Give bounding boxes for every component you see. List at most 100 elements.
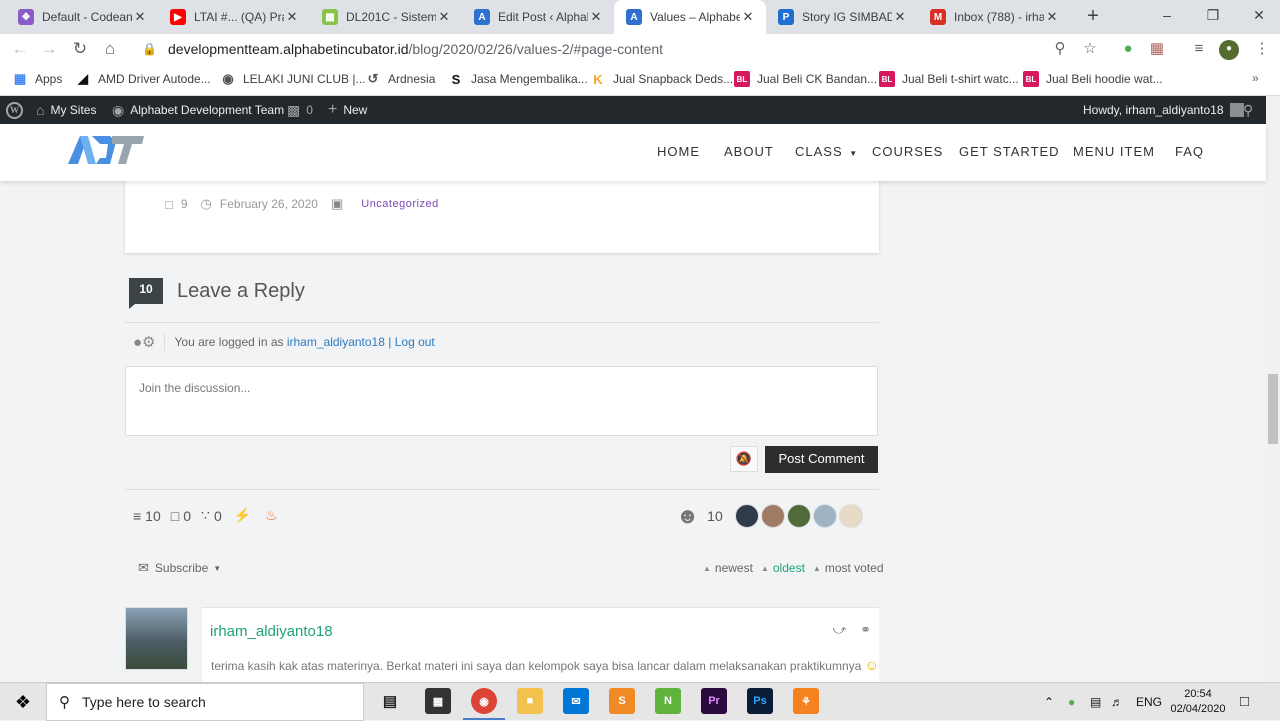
file-explorer-icon[interactable]: ■ [517, 688, 543, 714]
tray-chevron-icon[interactable]: ⌃ [1044, 683, 1054, 721]
post-date[interactable]: February 26, 2020 [220, 197, 318, 211]
wordpress-logo-icon[interactable]: W [6, 96, 23, 124]
page-scrollbar[interactable] [1266, 96, 1280, 682]
mail-icon[interactable]: ✉ [563, 688, 589, 714]
bookmark-item[interactable]: K Jual Snapback Deds... [590, 71, 733, 87]
close-tab-icon[interactable]: ✕ [284, 9, 300, 25]
browser-tab[interactable]: A Edit Post ‹ Alphab ✕ [462, 0, 614, 34]
bookmark-item[interactable]: ◢ AMD Driver Autode... [75, 71, 211, 87]
bookmark-item[interactable]: ↺ Ardnesia [365, 71, 436, 87]
home-icon[interactable]: ⌂ [99, 39, 121, 61]
close-window-button[interactable]: ✕ [1236, 0, 1280, 30]
reload-icon[interactable]: ↻ [69, 39, 91, 61]
menu-class[interactable]: CLASS ▼ [795, 144, 858, 159]
sort-most-voted[interactable]: most voted [825, 561, 884, 575]
menu-courses[interactable]: COURSES [872, 144, 943, 159]
task-view-icon[interactable]: ▤ [377, 688, 403, 714]
bookmark-item[interactable]: S Jasa Mengembalika... [448, 71, 588, 87]
media-queue-icon[interactable]: ≡ [1189, 40, 1209, 60]
post-category[interactable]: Uncategorized [361, 198, 438, 210]
store-icon[interactable]: ▦ [425, 688, 451, 714]
lightning-icon[interactable]: ⚡ [234, 507, 251, 524]
premiere-icon[interactable]: Pr [701, 688, 727, 714]
restore-button[interactable]: ❐ [1190, 0, 1236, 30]
browser-tab[interactable]: ❖ Default - Codeany ✕ [6, 0, 158, 34]
username-link[interactable]: irham_aldiyanto18 [287, 335, 385, 349]
browser-menu-icon[interactable]: ⋮ [1252, 40, 1272, 60]
logout-link[interactable]: Log out [395, 335, 435, 349]
windows-start-icon[interactable]: ❖ [0, 683, 46, 721]
back-icon[interactable]: ← [9, 39, 31, 61]
sublime-icon[interactable]: S [609, 688, 635, 714]
notification-icon[interactable]: □ [1240, 683, 1249, 721]
new-tab-button[interactable]: + [1082, 6, 1104, 28]
post-comment-count[interactable]: 9 [181, 197, 188, 211]
tray-language[interactable]: ENG [1136, 683, 1162, 721]
notification-bell-icon[interactable]: 🔕 [730, 446, 758, 472]
xampp-icon[interactable]: ⚘ [793, 688, 819, 714]
participant-avatar[interactable] [760, 504, 785, 528]
link-icon[interactable]: ⚭ [860, 622, 871, 637]
close-tab-icon[interactable]: ✕ [436, 9, 452, 25]
menu-about[interactable]: ABOUT [724, 144, 774, 159]
my-sites-menu[interactable]: ⌂ My Sites [36, 96, 96, 124]
bookmark-item[interactable]: BL Jual Beli hoodie wat... [1023, 71, 1163, 87]
notepad-plus-icon[interactable]: N [655, 688, 681, 714]
bookmark-item[interactable]: BL Jual Beli t-shirt watc... [879, 71, 1019, 87]
subscribe-dropdown[interactable]: ✉ Subscribe ▼ [138, 560, 221, 576]
forward-icon[interactable]: → [38, 39, 60, 61]
tray-volume-icon[interactable]: ♬ [1111, 683, 1123, 721]
close-tab-icon[interactable]: ✕ [892, 9, 908, 25]
bookmark-label: Jual Beli hoodie wat... [1046, 72, 1163, 86]
tray-globe-icon[interactable]: ● [1068, 683, 1075, 721]
zoom-icon[interactable]: ⚲ [1050, 40, 1070, 60]
close-tab-icon[interactable]: ✕ [588, 9, 604, 25]
comments-menu[interactable]: ▩ 0 [287, 96, 313, 124]
comment-author[interactable]: irham_aldiyanto18 [210, 623, 333, 640]
profile-avatar[interactable]: ● [1219, 40, 1239, 60]
chrome-icon[interactable]: ◉ [463, 688, 505, 720]
close-tab-icon[interactable]: ✕ [740, 9, 756, 25]
bookmark-item[interactable]: ▦ Apps [12, 71, 63, 87]
scrollbar-thumb[interactable] [1268, 374, 1278, 444]
extension-pdf-icon[interactable]: ▦ [1147, 40, 1167, 60]
minimize-button[interactable]: – [1144, 0, 1190, 30]
participant-avatar[interactable] [838, 504, 863, 528]
menu-home[interactable]: HOME [657, 144, 700, 159]
menu-get-started[interactable]: GET STARTED [959, 144, 1060, 159]
account-menu[interactable]: Howdy, irham_aldiyanto18 [1083, 96, 1244, 124]
photoshop-icon[interactable]: Ps [747, 688, 773, 714]
share-icon[interactable]: ⤻ [833, 622, 847, 637]
bookmark-star-icon[interactable]: ☆ [1080, 40, 1100, 60]
more-bookmarks-icon[interactable]: » [1252, 71, 1259, 85]
comment-author-avatar[interactable] [125, 607, 188, 670]
browser-tab[interactable]: ▦ DL201C - Sistem E✕ [310, 0, 462, 34]
bookmark-item[interactable]: BL Jual Beli CK Bandan... [734, 71, 877, 87]
tray-network-icon[interactable]: ▤ [1090, 683, 1101, 721]
browser-tab[interactable]: A Values – Alphabet ✕ [614, 0, 766, 34]
adt-logo[interactable] [66, 132, 146, 166]
menu-faq[interactable]: FAQ [1175, 144, 1204, 159]
browser-tab[interactable]: P Story IG SIMBAD 1✕ [766, 0, 918, 34]
post-comment-button[interactable]: Post Comment [765, 446, 878, 473]
close-tab-icon[interactable]: ✕ [132, 9, 148, 25]
sort-oldest[interactable]: oldest [773, 561, 805, 575]
browser-tab[interactable]: ▶ LTAI #... (QA) Prakt✕ [158, 0, 310, 34]
site-name-menu[interactable]: ◉ Alphabet Development Team [112, 96, 284, 124]
extension-globe-icon[interactable]: ● [1118, 40, 1138, 60]
browser-tab[interactable]: M Inbox (788) - irhan ✕ [918, 0, 1070, 34]
close-tab-icon[interactable]: ✕ [1044, 9, 1060, 25]
menu-menu-item[interactable]: MENU ITEM [1073, 144, 1155, 159]
tray-clock[interactable]: 20:54 02/04/2020 [1166, 687, 1230, 717]
sort-newest[interactable]: newest [715, 561, 753, 575]
new-content-menu[interactable]: + New [328, 96, 367, 124]
fire-icon[interactable]: ♨ [265, 507, 278, 524]
bookmark-item[interactable]: ◉ LELAKI JUNI CLUB |... [220, 71, 365, 87]
participant-avatar[interactable] [812, 504, 837, 528]
address-bar[interactable]: 🔒 developmentteam.alphabetincubator.id/b… [130, 36, 1110, 62]
participant-avatar[interactable] [734, 504, 759, 528]
taskbar-search[interactable]: ⚲ Type here to search [46, 683, 364, 721]
comment-textarea[interactable]: Join the discussion... [125, 366, 878, 436]
participant-avatar[interactable] [786, 504, 811, 528]
search-icon[interactable]: ⚲ [1243, 96, 1253, 124]
